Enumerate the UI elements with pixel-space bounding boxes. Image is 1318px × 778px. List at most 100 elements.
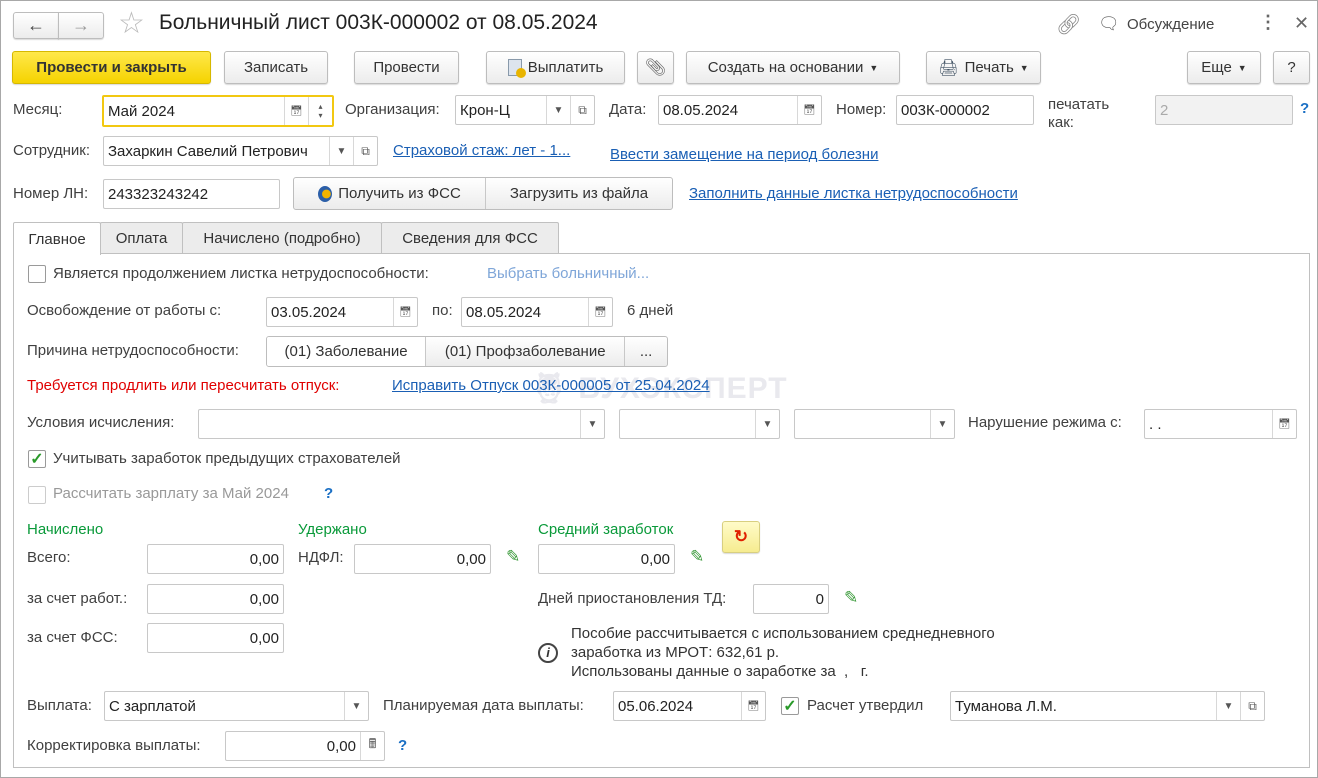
ln-number-field[interactable]: 243323243242 xyxy=(103,179,280,209)
tab-accrued-detailed[interactable]: Начислено (подробно) xyxy=(182,222,382,254)
prev-insurers-checkbox[interactable]: ✓ xyxy=(28,450,46,468)
calc-salary-label: Рассчитать зарплату за Май 2024 xyxy=(53,485,289,502)
open-icon[interactable]: ⧉ xyxy=(1240,692,1264,720)
open-icon[interactable]: ⧉ xyxy=(570,96,594,124)
more-menu-icon[interactable]: ⋮ xyxy=(1259,12,1277,33)
help-icon[interactable]: ? xyxy=(398,736,407,756)
edit-pencil-icon[interactable]: ✎ xyxy=(844,588,858,608)
fix-vacation-link[interactable]: Исправить Отпуск 003К-000005 от 25.04.20… xyxy=(392,376,710,396)
calendar-icon[interactable]: 📅︎ xyxy=(284,97,308,125)
choose-sick-leave-link[interactable]: Выбрать больничный... xyxy=(487,264,649,284)
pay-button[interactable]: Выплатить xyxy=(486,51,625,84)
calendar-icon[interactable]: 📅︎ xyxy=(393,298,417,326)
ndfl-field[interactable]: 0,00 xyxy=(354,544,491,574)
info-icon: i xyxy=(538,643,558,663)
save-button[interactable]: Записать xyxy=(224,51,328,84)
month-field[interactable]: Май 2024 📅︎ ▴ ▾ xyxy=(102,95,334,127)
dropdown-arrow-icon[interactable]: ▼ xyxy=(1216,692,1240,720)
tab-payment[interactable]: Оплата xyxy=(100,222,183,254)
calendar-icon[interactable]: 📅︎ xyxy=(1272,410,1296,438)
load-from-file-button[interactable]: Загрузить из файла xyxy=(486,178,672,209)
conditions-select-1[interactable]: ▼ xyxy=(198,409,605,439)
dropdown-arrow-icon[interactable]: ▼ xyxy=(930,410,954,438)
dropdown-arrow-icon[interactable]: ▼ xyxy=(580,410,604,438)
open-icon[interactable]: ⧉ xyxy=(353,137,377,165)
recalculate-button[interactable]: ↻ xyxy=(722,521,760,553)
conditions-select-3[interactable]: ▼ xyxy=(794,409,955,439)
approved-by-field[interactable]: Туманова Л.М. ▼ ⧉ xyxy=(950,691,1265,721)
back-button[interactable]: ← xyxy=(13,12,59,39)
reason-occupational-button[interactable]: (01) Профзаболевание xyxy=(426,337,626,366)
withheld-title: Удержано xyxy=(298,521,367,538)
calc-salary-checkbox[interactable] xyxy=(28,486,46,504)
forward-button[interactable]: → xyxy=(58,12,104,39)
substitute-link[interactable]: Ввести замещение на период болезни xyxy=(610,145,878,165)
release-from-label: Освобождение от работы с: xyxy=(27,302,222,319)
reason-more-button[interactable]: ... xyxy=(625,337,667,366)
employer-share-field[interactable]: 0,00 xyxy=(147,584,284,614)
reason-illness-button[interactable]: (01) Заболевание xyxy=(267,337,427,366)
correction-field[interactable]: 0,00 🖩︎ xyxy=(225,731,385,761)
month-stepper[interactable]: ▴ ▾ xyxy=(308,97,332,125)
payment-document-icon xyxy=(507,59,526,78)
planned-date-field[interactable]: 05.06.2024 📅︎ xyxy=(613,691,766,721)
number-field[interactable]: 003К-000002 xyxy=(896,95,1034,125)
create-based-on-button[interactable]: Создать на основании ▼ xyxy=(686,51,900,84)
organization-field[interactable]: Крон-Ц ▼ ⧉ xyxy=(455,95,595,125)
calendar-icon[interactable]: 📅︎ xyxy=(797,96,821,124)
help-icon[interactable]: ? xyxy=(324,484,333,504)
dropdown-arrow-icon[interactable]: ▼ xyxy=(755,410,779,438)
continuation-checkbox[interactable] xyxy=(28,265,46,283)
calendar-icon[interactable]: 📅︎ xyxy=(588,298,612,326)
dropdown-arrow-icon[interactable]: ▼ xyxy=(546,96,570,124)
days-count: 6 дней xyxy=(627,302,674,319)
release-to-field[interactable]: 08.05.2024 📅︎ xyxy=(461,297,613,327)
ln-number-label: Номер ЛН: xyxy=(13,185,89,202)
approved-checkbox[interactable]: ✓ xyxy=(781,697,799,715)
edit-pencil-icon[interactable]: ✎ xyxy=(506,547,520,567)
print-button[interactable]: 🖨︎ Печать ▼ xyxy=(926,51,1041,84)
violation-date-field[interactable]: . . 📅︎ xyxy=(1144,409,1297,439)
favorite-star-icon[interactable]: ☆ xyxy=(118,6,145,41)
more-button[interactable]: Еще ▼ xyxy=(1187,51,1261,84)
dropdown-arrow-icon: ▼ xyxy=(869,62,879,73)
post-button[interactable]: Провести xyxy=(354,51,459,84)
average-earnings-field[interactable]: 0,00 xyxy=(538,544,675,574)
payment-select[interactable]: С зарплатой ▼ xyxy=(104,691,369,721)
conditions-select-2[interactable]: ▼ xyxy=(619,409,780,439)
calculator-icon[interactable]: 🖩︎ xyxy=(360,732,384,760)
month-label: Месяц: xyxy=(13,101,63,118)
tab-main[interactable]: Главное xyxy=(13,222,101,255)
release-to-label: по: xyxy=(432,302,453,319)
date-field[interactable]: 08.05.2024 📅︎ xyxy=(658,95,822,125)
attach-button[interactable]: 📎︎ xyxy=(637,51,674,84)
insurance-experience-link[interactable]: Страховой стаж: лет - 1... xyxy=(393,141,570,161)
fss-share-label: за счет ФСС: xyxy=(27,629,118,646)
help-button[interactable]: ? xyxy=(1273,51,1310,84)
tab-fss-info[interactable]: Сведения для ФСС xyxy=(381,222,559,254)
ndfl-label: НДФЛ: xyxy=(298,549,344,566)
dropdown-arrow-icon[interactable]: ▼ xyxy=(329,137,353,165)
fss-logo-icon xyxy=(318,185,333,202)
fss-share-field[interactable]: 0,00 xyxy=(147,623,284,653)
link-icon[interactable]: 🔗︎ xyxy=(1056,12,1081,37)
vacation-warning: Требуется продлить или пересчитать отпус… xyxy=(27,377,340,394)
total-field[interactable]: 0,00 xyxy=(147,544,284,574)
employee-field[interactable]: Захаркин Савелий Петрович ▼ ⧉ xyxy=(103,136,378,166)
close-icon[interactable]: ✕ xyxy=(1294,13,1309,34)
suspension-days-field[interactable]: 0 xyxy=(753,584,829,614)
conditions-label: Условия исчисления: xyxy=(27,414,175,431)
fill-sick-leave-link[interactable]: Заполнить данные листка нетрудоспособнос… xyxy=(689,184,1018,204)
get-from-fss-button[interactable]: Получить из ФСС xyxy=(294,178,486,209)
discussion-icon[interactable]: 🗨︎ xyxy=(1098,14,1120,34)
edit-pencil-icon[interactable]: ✎ xyxy=(690,547,704,567)
dropdown-arrow-icon[interactable]: ▼ xyxy=(344,692,368,720)
discussion-button[interactable]: Обсуждение xyxy=(1127,16,1214,33)
benefit-info-text: Пособие рассчитывается с использованием … xyxy=(571,625,995,680)
help-icon[interactable]: ? xyxy=(1300,100,1309,117)
date-label: Дата: xyxy=(609,101,647,118)
calendar-icon[interactable]: 📅︎ xyxy=(741,692,765,720)
post-and-close-button[interactable]: Провести и закрыть xyxy=(12,51,211,84)
print-as-label: печатать как: xyxy=(1048,96,1110,131)
release-from-field[interactable]: 03.05.2024 📅︎ xyxy=(266,297,418,327)
